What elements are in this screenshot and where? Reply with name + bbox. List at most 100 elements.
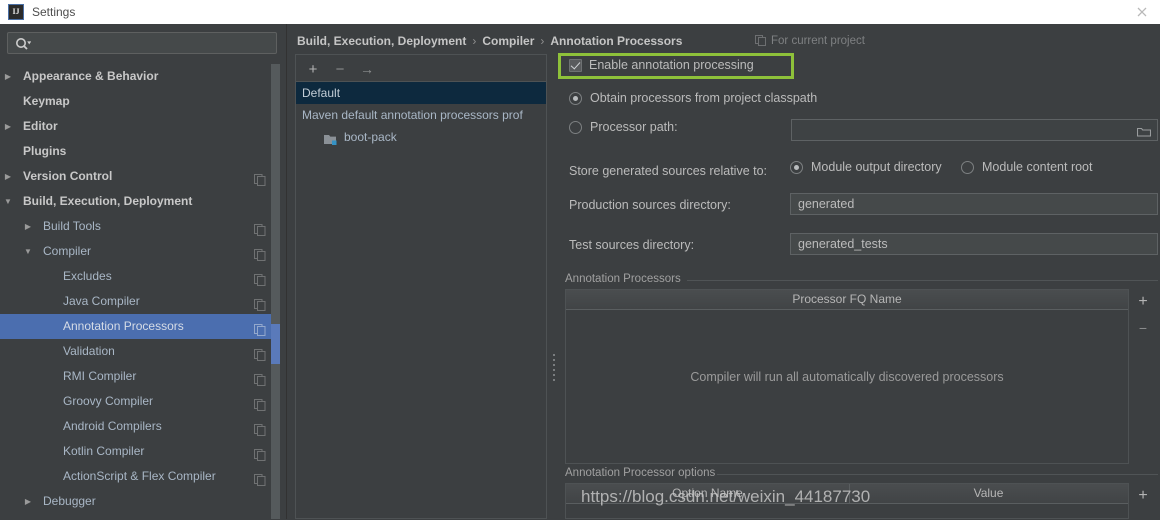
profile-list-item[interactable]: boot-pack <box>296 126 546 148</box>
sidebar-item-keymap[interactable]: Keymap <box>0 89 280 114</box>
radio-processor-path[interactable]: Processor path: <box>569 120 678 134</box>
sidebar-item-validation[interactable]: Validation <box>0 339 280 364</box>
breadcrumb-separator: › <box>472 34 477 48</box>
chevron-right-icon[interactable]: ▶ <box>2 114 14 139</box>
breadcrumb-item-1[interactable]: Compiler <box>482 34 534 48</box>
production-sources-label: Production sources directory: <box>569 198 731 212</box>
radio-module-content-root-dot[interactable] <box>961 160 974 174</box>
chevron-right-icon[interactable]: ▶ <box>2 64 14 89</box>
copy-icon <box>254 395 266 411</box>
copy-icon <box>254 445 266 461</box>
sidebar-item-label: Debugger <box>43 494 96 508</box>
sidebar-item-version-control[interactable]: ▶ Version Control <box>0 164 280 189</box>
settings-sidebar: ▶ Appearance & Behavior Keymap ▶ Editor Plugi… <box>0 24 287 519</box>
sidebar-item-label: Build Tools <box>43 219 101 233</box>
copy-icon <box>254 170 266 186</box>
sidebar-item-label: Groovy Compiler <box>63 394 154 408</box>
radio-module-output-directory-dot[interactable] <box>790 160 803 174</box>
sidebar-item-label: Java Compiler <box>63 294 140 308</box>
sidebar-item-label: ActionScript & Flex Compiler <box>63 469 216 483</box>
sidebar-item-android-compilers[interactable]: Android Compilers <box>0 414 280 439</box>
profile-list-item-label: boot-pack <box>344 130 397 144</box>
settings-tree[interactable]: ▶ Appearance & Behavior Keymap ▶ Editor Plugi… <box>0 64 280 519</box>
settings-dialog: IJ Settings ▶ Appearance & Behavior Keyma <box>0 0 1160 519</box>
close-icon[interactable] <box>1134 4 1150 20</box>
add-processor-button[interactable]: + <box>1131 289 1155 315</box>
sidebar-item-actionscript-flex-compiler[interactable]: ActionScript & Flex Compiler <box>0 464 280 489</box>
processors-table[interactable]: Processor FQ Name Compiler will run all … <box>565 289 1129 464</box>
copy-icon <box>254 320 266 336</box>
splitter-handle[interactable] <box>553 354 555 384</box>
sidebar-item-build-execution-deployment[interactable]: ▼ Build, Execution, Deployment <box>0 189 280 214</box>
sidebar-item-editor[interactable]: ▶ Editor <box>0 114 280 139</box>
sidebar-item-label: Kotlin Compiler <box>63 444 145 458</box>
radio-obtain-from-classpath[interactable]: Obtain processors from project classpath <box>569 91 817 105</box>
processor-path-input[interactable] <box>791 119 1158 141</box>
sidebar-item-debugger[interactable]: ▶ Debugger <box>0 489 280 514</box>
sidebar-item-plugins[interactable]: Plugins <box>0 139 280 164</box>
group-divider <box>717 474 1158 475</box>
sidebar-item-kotlin-compiler[interactable]: Kotlin Compiler <box>0 439 280 464</box>
profile-list-item[interactable]: Default <box>296 82 546 104</box>
options-column-value: Value <box>973 486 1004 500</box>
profile-list-item[interactable]: Maven default annotation processors prof <box>296 104 546 126</box>
radio-processor-path-dot[interactable] <box>569 120 582 134</box>
remove-profile-button[interactable]: − <box>331 60 349 78</box>
processors-table-header[interactable]: Processor FQ Name <box>566 290 1128 310</box>
add-profile-button[interactable]: + <box>304 60 322 78</box>
breadcrumb-separator: › <box>540 34 545 48</box>
chevron-right-icon[interactable]: ▶ <box>22 214 34 239</box>
move-profile-button[interactable]: → <box>358 60 376 78</box>
chevron-down-icon[interactable]: ▼ <box>22 239 34 264</box>
search-input[interactable] <box>7 32 277 54</box>
folder-icon[interactable] <box>1136 124 1152 137</box>
scope-label: For current project <box>771 35 865 47</box>
production-sources-input[interactable]: generated <box>790 193 1158 215</box>
copy-icon <box>254 245 266 261</box>
window-title: Settings <box>32 5 76 19</box>
add-option-button[interactable]: + <box>1131 483 1155 509</box>
sidebar-item-label: Appearance & Behavior <box>23 69 159 83</box>
chevron-down-icon[interactable]: ▼ <box>2 189 14 214</box>
copy-icon <box>254 220 266 236</box>
breadcrumb-item-0[interactable]: Build, Execution, Deployment <box>297 34 466 48</box>
chevron-right-icon[interactable]: ▶ <box>2 164 14 189</box>
options-table-buttons: + <box>1131 483 1155 509</box>
sidebar-scrollbar-track[interactable] <box>271 64 280 519</box>
sidebar-item-compiler[interactable]: ▼ Compiler <box>0 239 280 264</box>
panel-splitter[interactable] <box>551 24 558 519</box>
enable-annotation-processing-row[interactable]: Enable annotation processing <box>569 58 754 72</box>
sidebar-item-java-compiler[interactable]: Java Compiler <box>0 289 280 314</box>
folder-module-icon <box>324 131 338 145</box>
profile-list-item-label: Maven default annotation processors prof <box>302 108 523 122</box>
breadcrumb-item-2: Annotation Processors <box>550 34 683 48</box>
copy-icon <box>254 420 266 436</box>
radio-obtain-from-classpath-dot[interactable] <box>569 91 582 105</box>
radio-module-output-directory[interactable]: Module output directory <box>790 160 942 174</box>
sidebar-scrollbar-thumb[interactable] <box>271 324 280 364</box>
remove-processor-button[interactable]: − <box>1131 315 1155 341</box>
enable-annotation-processing-checkbox[interactable] <box>569 58 582 72</box>
test-sources-input[interactable]: generated_tests <box>790 233 1158 255</box>
sidebar-item-label: RMI Compiler <box>63 369 137 383</box>
sidebar-item-build-tools[interactable]: ▶ Build Tools <box>0 214 280 239</box>
app-logo-icon: IJ <box>8 4 24 20</box>
copy-icon <box>254 370 266 386</box>
sidebar-item-label: Annotation Processors <box>63 319 184 333</box>
processors-table-body[interactable]: Compiler will run all automatically disc… <box>566 310 1128 464</box>
sidebar-item-label: Excludes <box>63 269 112 283</box>
sidebar-item-appearance-behavior[interactable]: ▶ Appearance & Behavior <box>0 64 280 89</box>
profiles-list[interactable]: Default Maven default annotation processo… <box>296 82 546 148</box>
app-logo-text: IJ <box>12 7 20 16</box>
profiles-toolbar: + − → <box>296 55 546 82</box>
scope-indicator: For current project <box>755 35 865 49</box>
sidebar-item-excludes[interactable]: Excludes <box>0 264 280 289</box>
radio-module-content-root[interactable]: Module content root <box>961 160 1093 174</box>
sidebar-item-annotation-processors[interactable]: Annotation Processors <box>0 314 280 339</box>
store-sources-label: Store generated sources relative to: <box>569 164 768 178</box>
sidebar-item-rmi-compiler[interactable]: RMI Compiler <box>0 364 280 389</box>
production-sources-value: generated <box>798 197 855 211</box>
chevron-right-icon[interactable]: ▶ <box>22 489 34 514</box>
copy-icon <box>254 295 266 311</box>
sidebar-item-groovy-compiler[interactable]: Groovy Compiler <box>0 389 280 414</box>
